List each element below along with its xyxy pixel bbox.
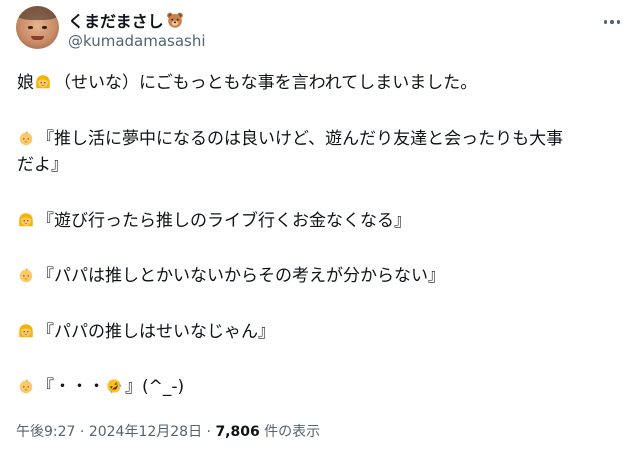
meta-separator: · — [75, 424, 89, 440]
author-handle[interactable]: @kumadamasashi — [68, 32, 206, 50]
post-line-4: 『遊び行ったら推しのライブ行くお金なくなる』 — [17, 209, 411, 233]
bear-face-icon — [166, 12, 183, 28]
baby-emoji-icon — [19, 379, 33, 394]
post-line-text: 』(^_-) — [125, 377, 185, 397]
more-options-icon[interactable] — [598, 12, 626, 32]
post-line-6: 『パパの推しはせいなじゃん』 — [17, 320, 275, 344]
post-meta: 午後9:27 · 2024年12月28日 · 7,806 件の表示 — [16, 421, 320, 441]
author-name-row[interactable]: くまだまさし — [68, 8, 184, 32]
views-label: 件の表示 — [259, 424, 321, 440]
post-line-5: 『パパは推しとかいないからその考えが分からない』 — [17, 264, 445, 288]
views-count: 7,806 — [215, 424, 260, 440]
meta-separator: · — [202, 424, 216, 440]
post-date[interactable]: 2024年12月28日 — [89, 424, 202, 440]
girl-emoji-icon — [36, 75, 50, 89]
post-time[interactable]: 午後9:27 — [16, 424, 75, 440]
post-line-text: （せいな）にごもっともな事を言われてしまいました。 — [54, 73, 478, 93]
post-line-7: 『・・・ 』(^_-) — [17, 375, 184, 399]
girl-emoji-icon — [19, 324, 33, 338]
post-line-1: 娘 （せいな）にごもっともな事を言われてしまいました。 — [17, 71, 477, 95]
baby-emoji-icon — [19, 268, 33, 283]
post-line-prefix: 娘 — [17, 73, 34, 93]
post-line-text: 『遊び行ったら推しのライブ行くお金なくなる』 — [37, 211, 411, 231]
post-line-2: 『推し活に夢中になるのは良いけど、遊んだり友達と会ったりも大事 — [17, 127, 563, 151]
rolling-on-floor-laughing-icon — [107, 379, 122, 394]
author-display-name[interactable]: くまだまさし — [68, 8, 164, 32]
post-line-3: だよ』 — [17, 153, 68, 177]
post-line-text: だよ』 — [17, 155, 68, 175]
baby-emoji-icon — [19, 131, 33, 146]
avatar[interactable] — [16, 6, 59, 49]
post-line-text: 『パパは推しとかいないからその考えが分からない』 — [37, 266, 445, 286]
girl-emoji-icon — [19, 213, 33, 227]
post-line-text: 『推し活に夢中になるのは良いけど、遊んだり友達と会ったりも大事 — [37, 129, 564, 149]
post-line-text: 『・・・ — [37, 377, 105, 397]
post-line-text: 『パパの推しはせいなじゃん』 — [37, 322, 275, 342]
tweet: くまだまさし @kumadamasashi 娘 （せいな）にごもっともな事を言わ… — [0, 0, 640, 452]
